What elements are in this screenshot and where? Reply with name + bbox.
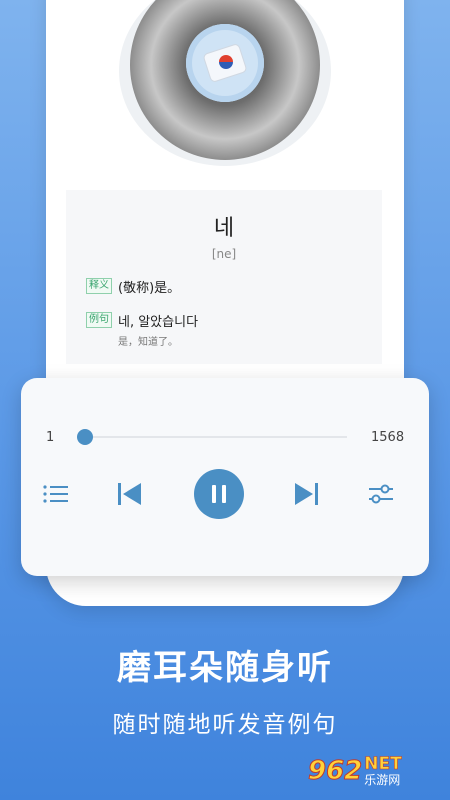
- pause-button[interactable]: [194, 469, 244, 519]
- meaning-tag: 释义: [86, 278, 112, 294]
- previous-button[interactable]: [114, 480, 144, 508]
- next-icon: [295, 483, 318, 505]
- watermark-net: NET: [364, 754, 402, 774]
- meaning-text: (敬称)是。: [118, 281, 181, 296]
- promo-headline: 磨耳朵随身听: [117, 648, 333, 688]
- current-index: 1: [46, 430, 55, 445]
- previous-icon: [118, 483, 141, 505]
- example-text[interactable]: 네, 알았습니다: [118, 311, 198, 330]
- promo-subline: 随时随地听发音例句: [112, 712, 338, 738]
- watermark-number: 962: [307, 756, 363, 786]
- settings-button[interactable]: [366, 480, 396, 508]
- example-translation: 是，知道了。: [118, 337, 178, 348]
- watermark-logo: 962 NET 乐游网: [307, 750, 444, 792]
- phonetic-text: [ne]: [211, 247, 237, 261]
- total-count: 1568: [371, 430, 405, 445]
- audio-player-panel: 1 1568: [21, 378, 429, 576]
- pause-icon: [212, 485, 226, 503]
- example-tag: 例句: [86, 312, 112, 328]
- word-text: 네: [213, 216, 235, 241]
- progress-knob[interactable]: [77, 429, 93, 445]
- settings-sliders-icon: [369, 484, 393, 504]
- playlist-icon: [43, 485, 68, 503]
- taegeuk-icon: [219, 55, 233, 69]
- progress-track[interactable]: [77, 429, 347, 445]
- word-card: 네 [ne] 释义 (敬称)是。 例句 네, 알았습니다 是，知道了。: [66, 190, 382, 364]
- next-button[interactable]: [292, 480, 322, 508]
- playlist-button[interactable]: [41, 482, 71, 506]
- watermark-site: 乐游网: [364, 773, 401, 787]
